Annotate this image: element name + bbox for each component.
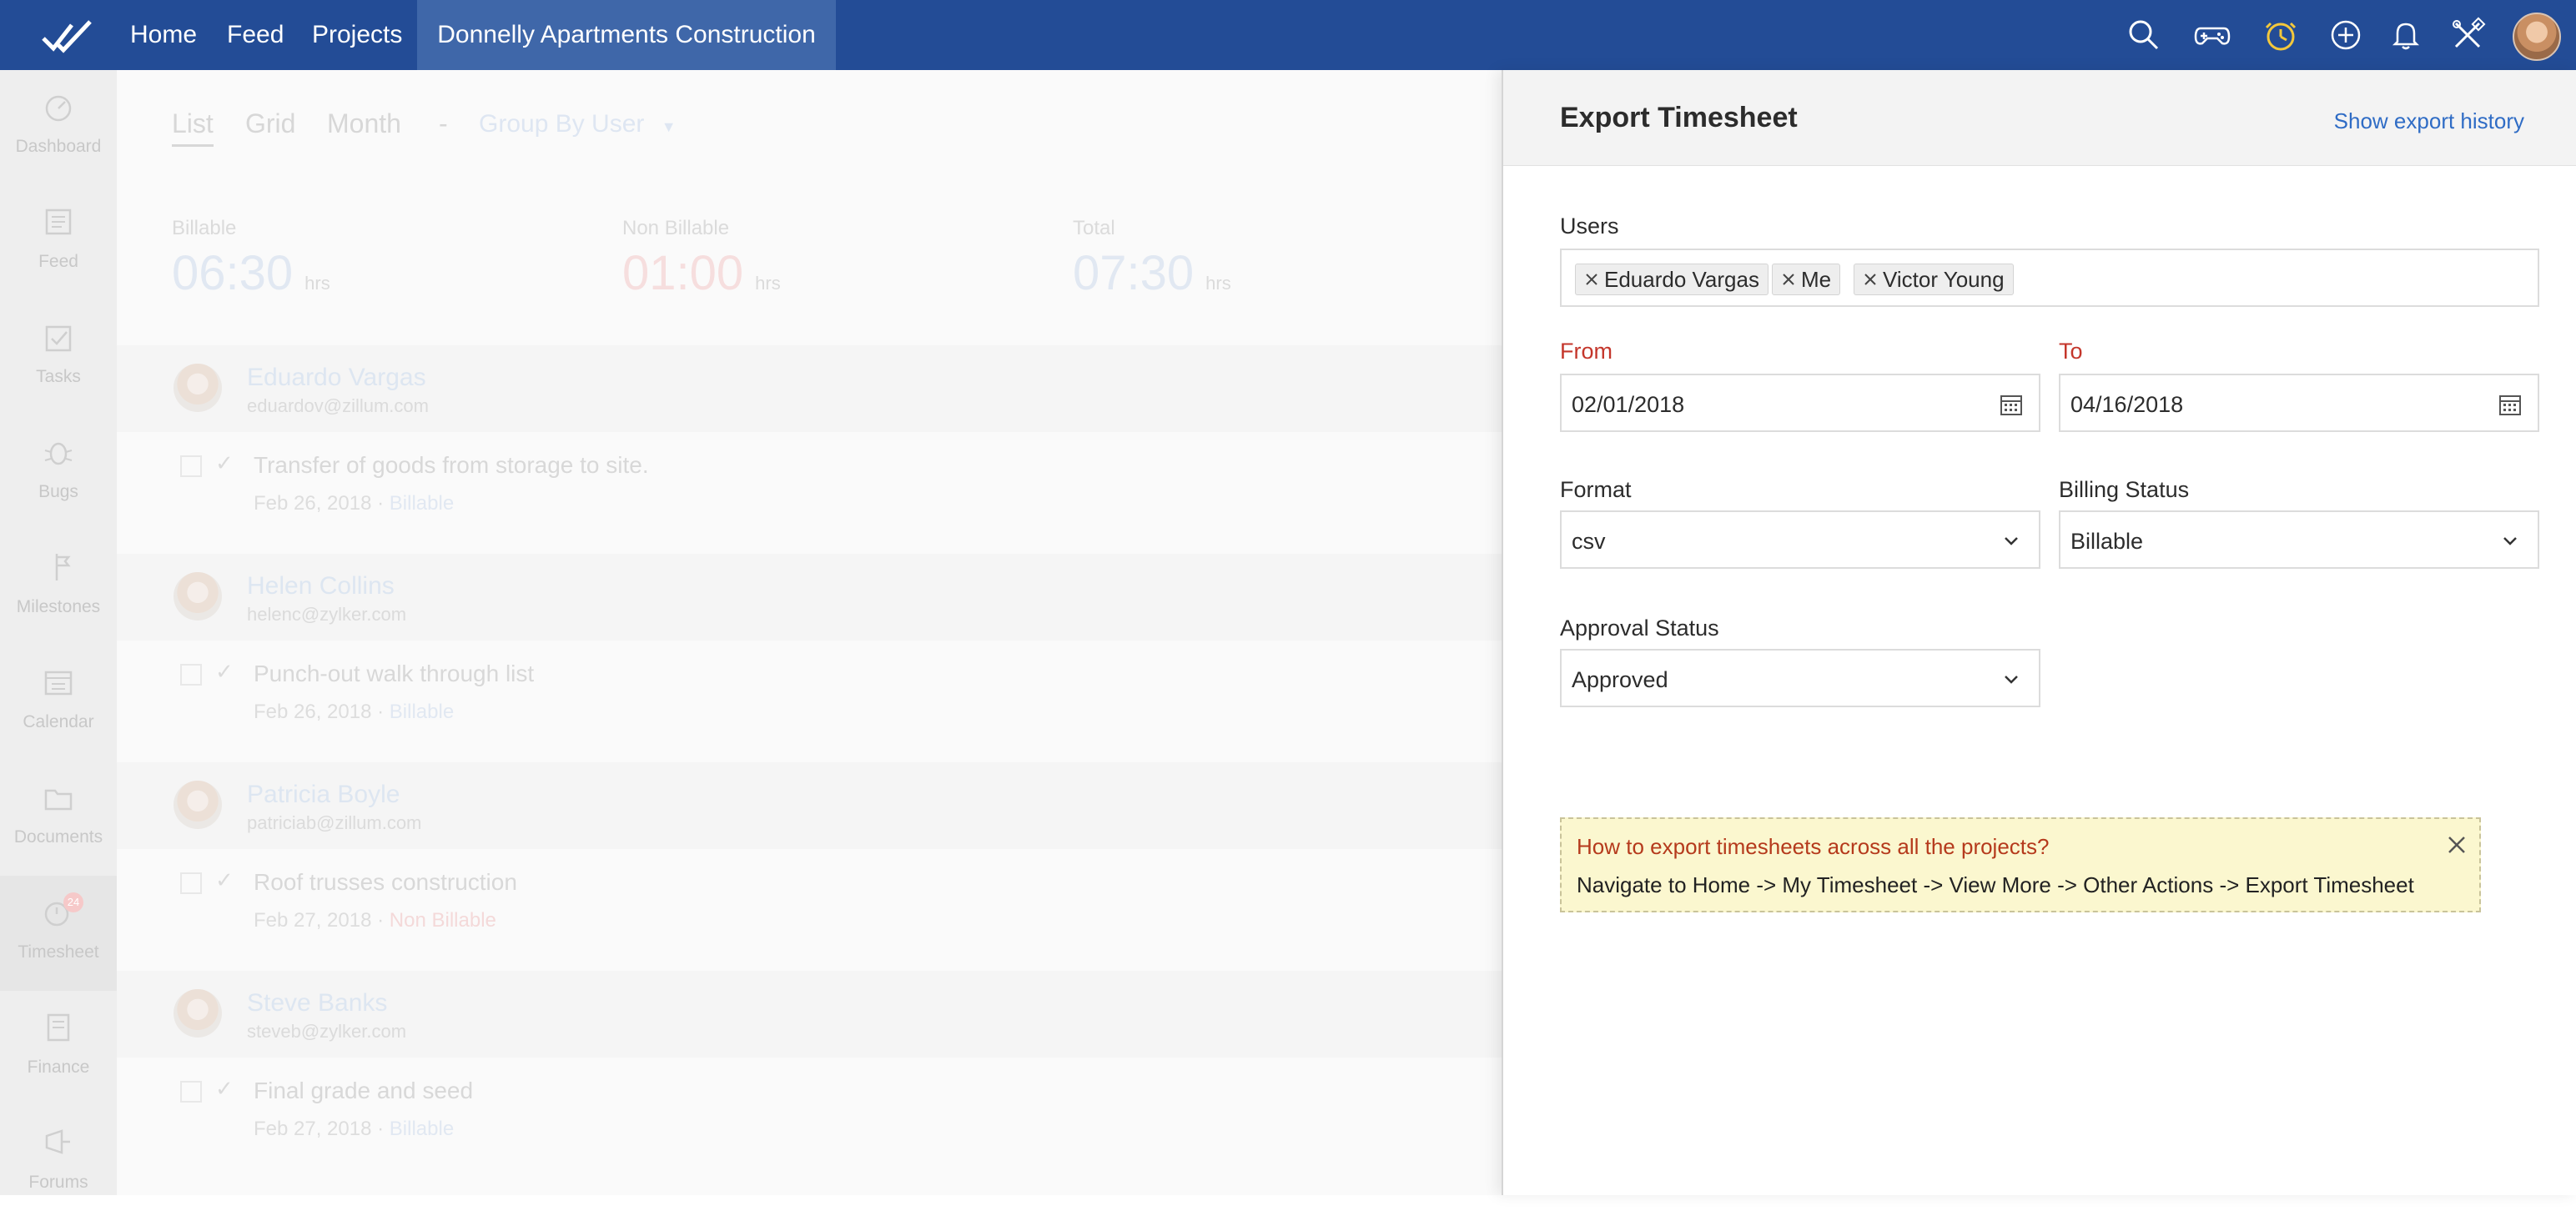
approval-status-select[interactable]: Approved	[1560, 649, 2040, 707]
billing-status-select[interactable]: Billable	[2059, 510, 2539, 569]
format-select[interactable]: csv	[1560, 510, 2040, 569]
plus-circle-icon[interactable]	[2327, 17, 2364, 53]
chip-label: Victor Young	[1883, 267, 2005, 292]
nav-home[interactable]: Home	[130, 0, 197, 70]
calendar-icon	[44, 671, 73, 696]
sidebar-item-calendar[interactable]: Calendar	[0, 646, 117, 761]
chevron-down-icon	[2005, 676, 2018, 684]
panel-title: Export Timesheet	[1560, 102, 1798, 133]
tip-question: How to export timesheets across all the …	[1577, 834, 2050, 859]
sidebar-item-label: Bugs	[38, 482, 78, 501]
folder-icon	[44, 789, 73, 811]
calendar-icon[interactable]	[1999, 392, 2024, 417]
timer-icon[interactable]	[2262, 17, 2299, 53]
search-icon[interactable]	[2126, 17, 2162, 53]
format-label: Format	[1560, 477, 1632, 502]
approval-status-value: Approved	[1572, 667, 1668, 692]
feed-icon	[45, 209, 72, 235]
sidebar-item-milestones[interactable]: Milestones	[0, 530, 117, 646]
export-tip-box: How to export timesheets across all the …	[1560, 817, 2481, 912]
nav-projects[interactable]: Projects	[312, 0, 402, 70]
timesheet-badge: 24	[63, 892, 83, 912]
sidebar-item-forums[interactable]: Forums	[0, 1106, 117, 1221]
sidebar-item-bugs[interactable]: Bugs	[0, 415, 117, 530]
chevron-down-icon	[2503, 537, 2517, 545]
left-sidebar: Dashboard Feed Tasks Bugs Milestones Cal…	[0, 70, 117, 1195]
finance-icon	[47, 1013, 70, 1042]
current-project-tab[interactable]: Donnelly Apartments Construction	[417, 0, 836, 70]
sidebar-item-timesheet[interactable]: 24 Timesheet	[0, 876, 117, 991]
sidebar-item-label: Documents	[13, 827, 103, 847]
chip-label: Me	[1801, 267, 1832, 292]
sidebar-item-label: Dashboard	[15, 137, 102, 156]
format-value: csv	[1572, 529, 1606, 554]
sidebar-item-feed[interactable]: Feed	[0, 185, 117, 300]
show-export-history-link[interactable]: Show export history	[2334, 108, 2524, 134]
approval-status-label: Approval Status	[1560, 616, 1719, 641]
remove-chip-icon[interactable]	[1863, 272, 1878, 287]
sidebar-item-finance[interactable]: Finance	[0, 991, 117, 1106]
sidebar-item-tasks[interactable]: Tasks	[0, 300, 117, 415]
bell-icon[interactable]	[2387, 17, 2424, 53]
sidebar-item-label: Tasks	[36, 367, 81, 386]
sidebar-item-label: Feed	[38, 252, 78, 271]
users-multiselect[interactable]: Eduardo Vargas Me Victor Young	[1560, 249, 2539, 307]
from-date-field[interactable]: 02/01/2018	[1560, 374, 2040, 432]
remove-chip-icon[interactable]	[1584, 272, 1599, 287]
forums-icon	[45, 1129, 70, 1154]
user-chip: Me	[1772, 264, 1841, 295]
close-icon[interactable]	[2446, 834, 2468, 856]
billing-status-value: Billable	[2070, 529, 2144, 554]
modal-backdrop[interactable]	[117, 70, 1502, 1195]
sidebar-item-label: Finance	[27, 1058, 90, 1077]
panel-header: Export Timesheet Show export history	[1503, 70, 2576, 166]
to-label: To	[2059, 339, 2083, 364]
nav-feed[interactable]: Feed	[227, 0, 284, 70]
top-navigation-bar: Home Feed Projects Donnelly Apartments C…	[0, 0, 2576, 70]
milestone-icon	[55, 554, 71, 580]
gamepad-icon[interactable]	[2194, 17, 2231, 53]
billing-status-label: Billing Status	[2059, 477, 2190, 502]
chevron-down-icon	[2005, 537, 2018, 545]
bug-icon	[44, 442, 73, 465]
app-logo-icon[interactable]	[42, 17, 92, 55]
user-chip: Eduardo Vargas	[1575, 264, 1768, 295]
sidebar-item-label: Timesheet	[18, 942, 99, 962]
from-date-value: 02/01/2018	[1572, 392, 1685, 417]
sidebar-item-label: Forums	[28, 1173, 88, 1192]
tools-icon[interactable]	[2449, 17, 2486, 53]
tasks-icon	[45, 325, 72, 352]
from-label: From	[1560, 339, 1613, 364]
user-chip: Victor Young	[1854, 264, 2014, 295]
to-date-field[interactable]: 04/16/2018	[2059, 374, 2539, 432]
user-avatar[interactable]	[2513, 13, 2561, 61]
sidebar-item-documents[interactable]: Documents	[0, 761, 117, 876]
chip-label: Eduardo Vargas	[1604, 267, 1759, 292]
sidebar-item-label: Calendar	[23, 712, 94, 731]
remove-chip-icon[interactable]	[1781, 272, 1796, 287]
calendar-icon[interactable]	[2498, 392, 2523, 417]
dashboard-icon	[45, 95, 72, 122]
sidebar-item-label: Milestones	[16, 597, 101, 616]
tip-answer: Navigate to Home -> My Timesheet -> View…	[1577, 872, 2414, 897]
sidebar-item-dashboard[interactable]: Dashboard	[0, 70, 117, 185]
export-timesheet-panel: Export Timesheet Show export history Use…	[1502, 70, 2576, 1195]
users-label: Users	[1560, 214, 1619, 239]
to-date-value: 04/16/2018	[2070, 392, 2184, 417]
